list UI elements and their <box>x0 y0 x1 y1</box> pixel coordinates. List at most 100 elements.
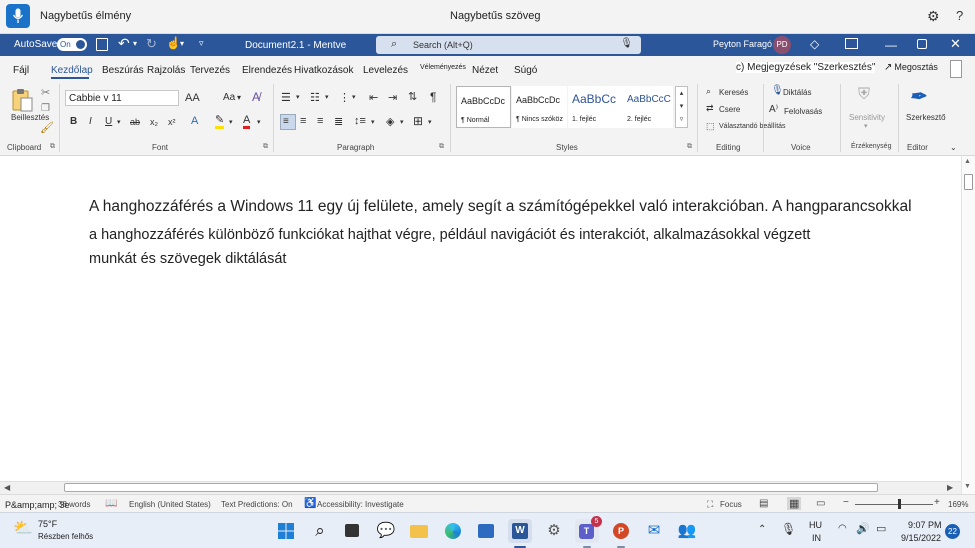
clear-formatting-icon[interactable]: A̸ <box>252 90 260 104</box>
battery-icon[interactable]: ▭ <box>876 522 886 535</box>
chat-app[interactable]: 💬 <box>374 519 398 543</box>
avatar[interactable]: PD <box>773 36 791 54</box>
tab-references[interactable]: Hivatkozások <box>294 65 353 76</box>
word-count[interactable]: 38 words <box>58 500 90 509</box>
text-predictions-status[interactable]: Text Predictions: On <box>221 500 293 509</box>
select-button[interactable]: Választandó beállítás <box>719 123 786 130</box>
sort-icon[interactable]: ⇅ <box>408 90 417 103</box>
bullets-icon[interactable]: ☰ <box>281 91 291 104</box>
search-input[interactable]: ⌕ Search (Alt+Q) 🎙 <box>376 36 641 54</box>
microphone-icon[interactable]: 🎙 <box>781 522 796 536</box>
weather-icon[interactable]: ⛅ <box>13 518 33 538</box>
dialog-launcher-icon[interactable]: ⧉ <box>439 143 444 151</box>
replace-button[interactable]: Csere <box>719 105 740 114</box>
weather-condition[interactable]: Részben felhős <box>38 532 93 541</box>
chevron-down-icon[interactable]: ▾ <box>428 118 432 126</box>
zoom-out-button[interactable]: − <box>843 497 849 508</box>
zoom-level[interactable]: 169% <box>948 500 968 509</box>
proofing-icon[interactable]: 📖 <box>105 498 117 509</box>
print-layout-icon[interactable]: ▦ <box>787 497 802 510</box>
task-view-button[interactable] <box>341 519 365 543</box>
chevron-down-icon[interactable]: ▾ <box>371 118 375 126</box>
italic-button[interactable]: I <box>89 116 92 127</box>
help-icon[interactable]: ? <box>956 8 963 23</box>
tab-review[interactable]: Véleményezés <box>420 64 466 71</box>
taskbar-search[interactable]: ⌕ <box>308 519 332 543</box>
chevron-up-icon[interactable]: ▲ <box>964 158 971 165</box>
underline-button[interactable]: U <box>105 116 112 127</box>
settings-app[interactable]: ⚙ <box>542 519 566 543</box>
tab-help[interactable]: Súgó <box>514 65 537 76</box>
user-name[interactable]: Peyton Faragó <box>713 39 772 49</box>
clock-time[interactable]: 9:07 PM <box>908 520 942 530</box>
vertical-scrollbar[interactable]: ▲ ▼ <box>961 156 975 494</box>
scrollbar-thumb[interactable] <box>964 174 973 190</box>
increase-indent-icon[interactable]: ⇥ <box>388 91 397 104</box>
numbering-icon[interactable]: ☷ <box>310 91 320 104</box>
style-heading-2[interactable]: AaBbCcC 2. fejléc <box>623 86 673 128</box>
read-mode-icon[interactable]: ▤ <box>759 498 768 509</box>
tab-draw[interactable]: Rajzolás <box>147 65 185 76</box>
document-text-line[interactable]: A hanghozzáférés a Windows 11 egy új fel… <box>89 198 912 216</box>
borders-icon[interactable]: ⊞ <box>413 114 423 128</box>
tab-mailings[interactable]: Levelezés <box>363 65 408 76</box>
superscript-button[interactable]: x² <box>168 117 176 127</box>
chevron-down-icon[interactable]: ▾ <box>237 93 241 102</box>
autosave-toggle[interactable]: On <box>57 38 87 51</box>
chevron-down-icon[interactable]: ▾ <box>180 39 184 48</box>
undo-icon[interactable]: ↶ <box>118 35 130 52</box>
chevron-left-icon[interactable]: ◀ <box>4 483 10 492</box>
dictate-button[interactable]: Diktálás <box>783 88 811 97</box>
chevron-down-icon[interactable]: ▼ <box>964 483 971 490</box>
touch-mode-icon[interactable]: ☝ <box>166 36 181 50</box>
wifi-icon[interactable]: ◠ <box>838 523 847 534</box>
chevron-down-icon[interactable]: ▾ <box>680 103 684 110</box>
collapse-ribbon-icon[interactable]: ⌄ <box>950 143 957 152</box>
teams-app[interactable]: T 5 <box>575 516 602 548</box>
sensitivity-button[interactable]: Sensitivity <box>849 113 885 122</box>
volume-icon[interactable]: 🔊 <box>856 522 870 535</box>
weather-temperature[interactable]: 75°F <box>38 519 57 529</box>
minimize-icon[interactable]: — <box>885 38 897 52</box>
ribbon-scroll-box[interactable] <box>950 60 962 78</box>
zoom-in-button[interactable]: + <box>934 497 940 508</box>
align-right-icon[interactable]: ≡ <box>317 115 323 127</box>
zoom-slider-thumb[interactable] <box>898 499 901 509</box>
customize-toolbar-icon[interactable]: ▿ <box>199 38 204 49</box>
cut-icon[interactable]: ✂ <box>41 86 50 99</box>
read-aloud-button[interactable]: Felolvasás <box>784 107 822 116</box>
microphone-icon[interactable]: 🎙 <box>620 38 633 49</box>
scrollbar-thumb[interactable] <box>64 483 878 492</box>
align-center-icon[interactable]: ≡ <box>300 115 306 127</box>
dialog-launcher-icon[interactable]: ⧉ <box>50 143 55 151</box>
chevron-up-icon[interactable]: ⌃ <box>758 524 766 535</box>
zoom-slider[interactable] <box>855 504 933 505</box>
accessibility-status[interactable]: Accessibility: Investigate <box>317 500 404 509</box>
multilevel-list-icon[interactable]: ⋮ <box>339 91 350 104</box>
tab-layout[interactable]: Elrendezés <box>242 65 292 76</box>
store-app[interactable] <box>474 519 498 543</box>
text-effects-icon[interactable]: A <box>191 115 198 127</box>
highlight-icon[interactable]: ✎ <box>215 115 225 129</box>
web-layout-icon[interactable]: ▭ <box>816 498 825 509</box>
file-explorer-app[interactable] <box>407 519 431 543</box>
document-canvas[interactable]: A hanghozzáférés a Windows 11 egy új fel… <box>0 156 961 481</box>
tab-home[interactable]: Kezdőlap <box>51 65 93 76</box>
chevron-down-icon[interactable]: ▾ <box>133 39 137 48</box>
format-painter-icon[interactable]: 🖌 <box>40 121 54 134</box>
change-case-button[interactable]: Aa <box>223 92 235 103</box>
font-color-icon[interactable]: A <box>243 115 251 129</box>
styles-scroll[interactable]: ▴ ▾ ▿ <box>675 86 688 128</box>
input-language[interactable]: HU <box>809 520 822 530</box>
chevron-down-icon[interactable]: ▾ <box>117 118 121 126</box>
font-name-combo[interactable]: Cabbie v 11 <box>65 90 179 106</box>
document-text-line[interactable]: munkát és szövegek diktálását <box>89 251 286 267</box>
bold-button[interactable]: B <box>70 116 77 127</box>
focus-button[interactable]: Focus <box>720 500 742 509</box>
clock-date[interactable]: 9/15/2022 <box>901 533 941 543</box>
editor-button[interactable]: Szerkesztő <box>906 113 946 122</box>
style-normal[interactable]: AaBbCcDc ¶ Normál <box>456 86 511 128</box>
style-no-spacing[interactable]: AaBbCcDc ¶ Nincs szóköz <box>512 86 567 128</box>
maximize-icon[interactable] <box>917 39 927 49</box>
start-button[interactable] <box>274 519 298 543</box>
